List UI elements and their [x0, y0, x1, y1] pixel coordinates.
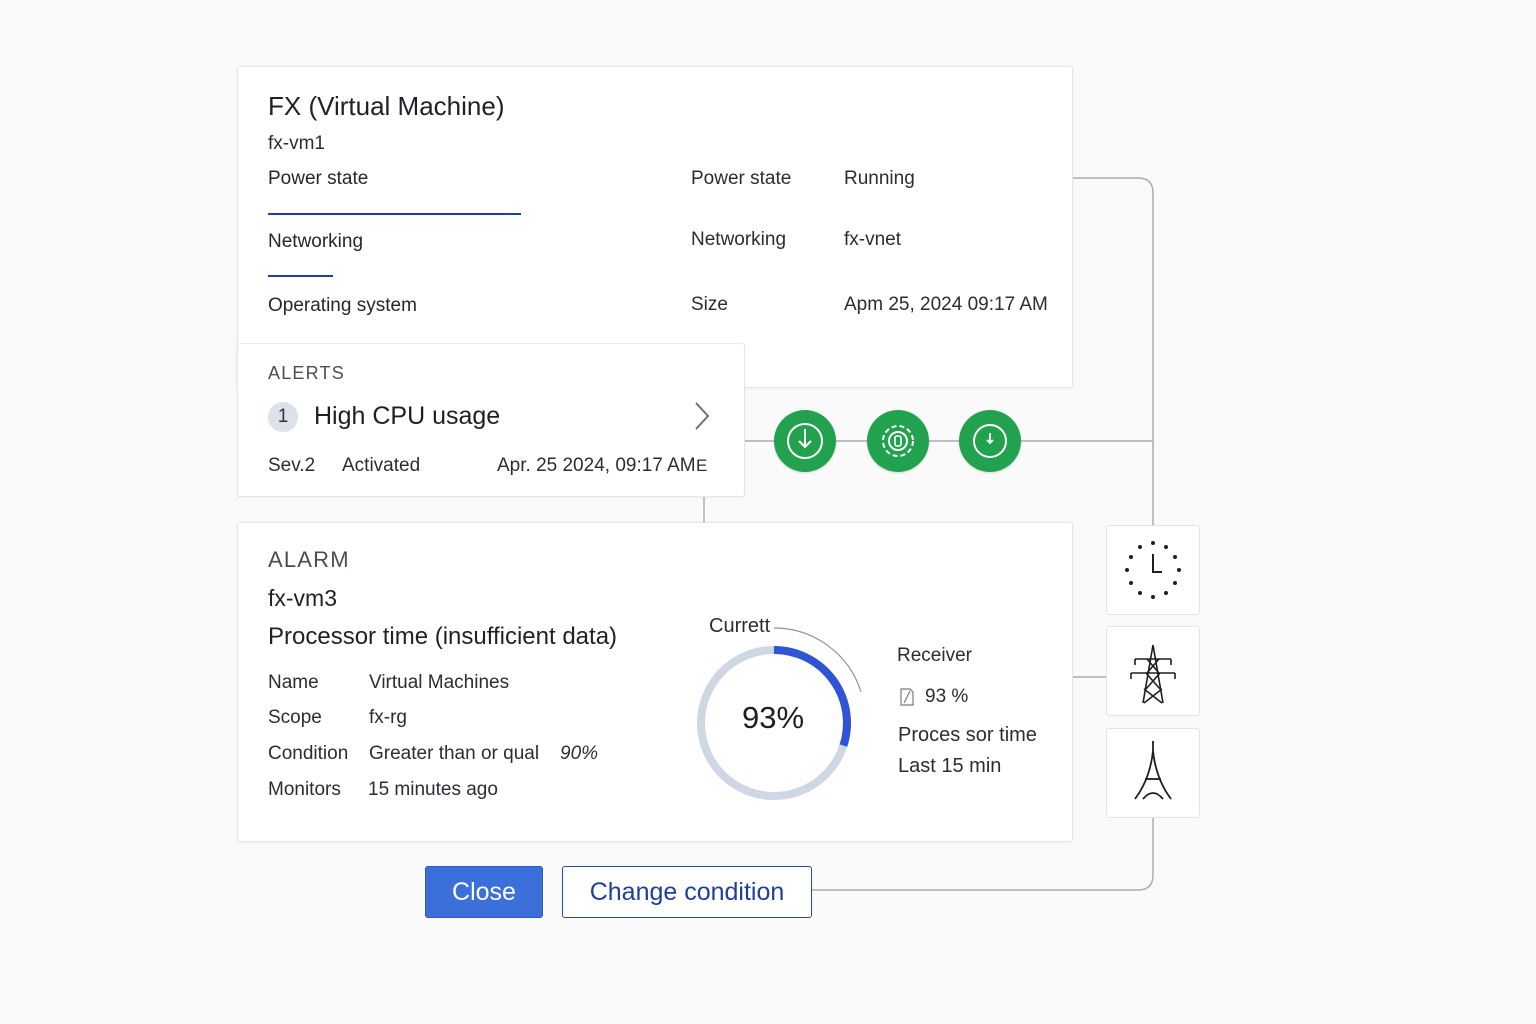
alarm-vm-name: fx-vm3 — [268, 585, 337, 611]
row-label-monitors: Monitors — [268, 779, 341, 800]
receiver-title: Receiver — [897, 645, 972, 666]
alarm-heading: ALARM — [268, 547, 350, 572]
eiffel-tower-icon — [1134, 741, 1172, 800]
power-tower-icon — [1130, 644, 1176, 704]
row-label-scope: Scope — [268, 707, 322, 728]
row-label-name: Name — [268, 672, 319, 693]
alert-severity: Sev.2 — [268, 455, 316, 476]
alert-timestamp: Apr. 25 2024, 09:17 AM — [497, 455, 696, 476]
alert-title[interactable]: High CPU usage — [314, 402, 500, 431]
alert-trailing-glyph: E — [696, 456, 708, 475]
alarm-card: ALARM fx-vm3 Processor time (insufficien… — [237, 522, 1073, 842]
prop-label-size: Size — [691, 294, 728, 315]
nav-item-networking[interactable]: Networking — [268, 231, 363, 253]
receiver-window: Last 15 min — [898, 755, 1002, 777]
receiver-value: 93 % — [925, 686, 969, 707]
row-value-condition: Greater than or qual — [369, 743, 540, 764]
nav-underline-power-state — [268, 213, 521, 215]
prop-value-power-state: Running — [844, 168, 915, 189]
nav-underline-networking — [268, 275, 333, 277]
clock-circle-icon[interactable] — [959, 410, 1021, 472]
alerts-heading: ALERTS — [268, 363, 345, 383]
prop-value-networking: fx-vnet — [844, 229, 902, 250]
row-value-scope: fx-rg — [369, 707, 407, 728]
row-value-name: Virtual Machines — [369, 672, 510, 693]
settings-circle-icon[interactable] — [867, 410, 929, 472]
alarm-subtitle: Processor time (insufficient data) — [268, 623, 618, 650]
nav-item-power-state[interactable]: Power state — [268, 168, 368, 190]
document-icon — [900, 688, 914, 706]
power-tower-tile[interactable] — [1106, 626, 1200, 716]
download-circle-icon[interactable] — [774, 410, 836, 472]
change-condition-button[interactable]: Change condition — [562, 866, 812, 918]
vm-card: FX (Virtual Machine) fx-vm1 Power state … — [237, 66, 1073, 388]
receiver-metric: Proces sor time — [898, 724, 1037, 746]
vm-name: fx-vm1 — [268, 133, 325, 154]
alert-count-badge: 1 — [268, 402, 298, 432]
row-value-condition-threshold: 90% — [560, 743, 599, 764]
prop-label-networking: Networking — [691, 229, 787, 250]
alert-status: Activated — [342, 455, 421, 476]
clock-tile[interactable] — [1106, 525, 1200, 615]
prop-label-power-state: Power state — [691, 168, 792, 189]
prop-value-size: Apm 25, 2024 09:17 AM — [844, 294, 1048, 315]
vm-title: FX (Virtual Machine) — [268, 91, 505, 121]
clock-icon — [1125, 541, 1181, 599]
close-button[interactable]: Close — [425, 866, 543, 918]
row-label-condition: Condition — [268, 743, 349, 764]
row-value-monitors: 15 minutes ago — [368, 779, 498, 800]
gauge-value: 93% — [741, 700, 805, 735]
eiffel-tower-tile[interactable] — [1106, 728, 1200, 818]
chevron-right-icon[interactable] — [692, 400, 712, 432]
nav-item-operating-system[interactable]: Operating system — [268, 295, 417, 317]
alerts-card[interactable]: ALERTS 1 High CPU usage Sev.2 Activated … — [237, 343, 745, 497]
